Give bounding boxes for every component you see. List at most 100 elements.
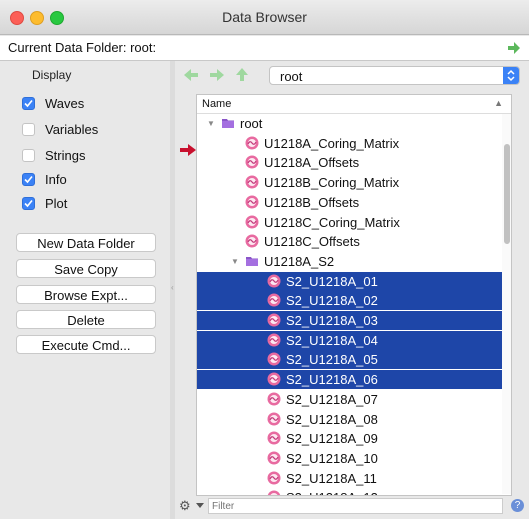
checkmark-icon[interactable] [22, 96, 35, 110]
tree-wave-row[interactable]: U1218C_Offsets [197, 232, 511, 251]
checkbox-plot[interactable]: Plot [22, 193, 67, 213]
tree-wave-row[interactable]: S2_U1218A_11 [197, 469, 511, 488]
tree-item-name: root [240, 116, 263, 131]
checkbox-label: Strings [45, 147, 86, 163]
go-arrow-icon[interactable] [507, 41, 521, 55]
disclosure-triangle-icon[interactable]: ▼ [207, 119, 215, 128]
checkbox-waves[interactable]: Waves [22, 93, 84, 113]
tree-item-name: U1218A_Offsets [264, 155, 360, 171]
tree-scrollbar[interactable] [502, 114, 511, 494]
tree-wave-row[interactable]: U1218A_Offsets [197, 153, 511, 172]
checkbox-label: Waves [45, 95, 85, 111]
panel-splitter[interactable]: ‹ [170, 61, 175, 519]
display-label: Display [32, 68, 72, 82]
checkbox-strings[interactable]: Strings [22, 145, 85, 165]
chevron-updown-icon[interactable] [503, 67, 519, 84]
tree-wave-row[interactable]: U1218A_Coring_Matrix [197, 134, 511, 153]
current-folder-marker-icon [180, 144, 196, 156]
checkbox-label: Info [45, 171, 67, 187]
tree-item-name: S2_U1218A_02 [286, 293, 378, 309]
tree-item-name: U1218A_Coring_Matrix [264, 135, 400, 151]
tree-wave-row[interactable]: S2_U1218A_05 [197, 350, 511, 370]
wave-icon [245, 136, 259, 150]
delete-button[interactable]: Delete [16, 310, 156, 329]
tree-wave-row[interactable]: S2_U1218A_01 [197, 271, 511, 291]
wave-icon [267, 392, 281, 406]
wave-icon [267, 372, 281, 386]
disclosure-triangle-icon[interactable]: ▼ [231, 257, 239, 266]
current-data-folder-bar: Current Data Folder: root: [0, 36, 529, 61]
wave-icon [267, 471, 281, 485]
wave-icon [267, 313, 281, 327]
up-arrow-icon[interactable] [236, 68, 248, 81]
tree-wave-row[interactable]: S2_U1218A_12 [197, 488, 511, 495]
save-copy-button[interactable]: Save Copy [16, 259, 156, 278]
folder-icon [222, 119, 234, 128]
tree-wave-row[interactable]: U1218B_Coring_Matrix [197, 173, 511, 192]
tree-wave-row[interactable]: S2_U1218A_03 [197, 311, 511, 330]
tree-wave-row[interactable]: S2_U1218A_08 [197, 410, 511, 429]
wave-icon [267, 451, 281, 465]
checkbox-box[interactable] [22, 122, 35, 136]
scrollbar-thumb[interactable] [504, 144, 510, 244]
checkbox-box[interactable] [22, 148, 35, 162]
tree-item-name: U1218B_Coring_Matrix [264, 175, 400, 191]
name-column-header[interactable]: Name [202, 98, 231, 110]
checkmark-icon[interactable] [22, 196, 35, 210]
tree-wave-row[interactable]: U1218B_Offsets [197, 193, 511, 212]
title-bar: Data Browser [0, 0, 529, 35]
tree-wave-row[interactable]: U1218C_Coring_Matrix [197, 213, 511, 232]
tree-item-name: U1218B_Offsets [264, 194, 360, 210]
tree-item-name: U1218C_Coring_Matrix [264, 214, 400, 230]
collapse-handle-icon[interactable]: ‹ [171, 283, 174, 292]
tree-folder-row[interactable]: ▼ root [197, 114, 511, 133]
window-title: Data Browser [222, 9, 307, 25]
tree-item-name: S2_U1218A_04 [286, 332, 378, 348]
path-selector[interactable]: root [269, 66, 520, 85]
data-tree[interactable]: Name ▲ ▼ root U1218A_Coring_Matrix U1218A_O… [196, 94, 512, 496]
wave-icon [267, 352, 281, 366]
tree-wave-row[interactable]: S2_U1218A_10 [197, 449, 511, 468]
path-selector-value: root [280, 69, 303, 84]
checkbox-info[interactable]: Info [22, 169, 67, 189]
wave-icon [245, 175, 259, 189]
checkbox-variables[interactable]: Variables [22, 119, 98, 139]
tree-wave-row[interactable]: S2_U1218A_02 [197, 291, 511, 311]
filter-input[interactable] [208, 498, 503, 514]
tree-item-name: U1218C_Offsets [264, 234, 360, 250]
folder-icon [246, 256, 258, 266]
tree-header[interactable]: Name ▲ [197, 95, 511, 114]
tree-item-name: S2_U1218A_08 [286, 411, 378, 427]
browse-expt-button[interactable]: Browse Expt... [16, 285, 156, 304]
wave-icon [267, 333, 281, 347]
checkmark-icon[interactable] [22, 172, 35, 186]
tree-item-name: S2_U1218A_05 [286, 352, 378, 368]
execute-cmd-button[interactable]: Execute Cmd... [16, 335, 156, 354]
bottom-bar: ⚙ ? [176, 496, 529, 517]
tree-wave-row[interactable]: S2_U1218A_07 [197, 390, 511, 409]
wave-icon [245, 155, 259, 169]
current-data-folder-label: Current Data Folder: root: [8, 40, 157, 55]
forward-arrow-icon[interactable] [210, 69, 224, 81]
tree-item-name: S2_U1218A_11 [286, 470, 377, 486]
tree-item-name: S2_U1218A_07 [286, 391, 378, 407]
gear-icon[interactable]: ⚙ [179, 498, 191, 514]
tree-item-name: U1218A_S2 [264, 253, 335, 269]
back-arrow-icon[interactable] [184, 69, 198, 81]
chevron-down-icon[interactable] [196, 503, 204, 508]
tree-wave-row[interactable]: S2_U1218A_06 [197, 370, 511, 390]
help-icon[interactable]: ? [511, 499, 524, 512]
tree-item-name: S2_U1218A_03 [286, 313, 378, 328]
tree-item-name: S2_U1218A_10 [286, 450, 378, 466]
left-panel: Display Waves Variables Strings Info Plo… [0, 61, 170, 519]
tree-item-name: S2_U1218A_01 [286, 273, 378, 289]
tree-item-name: S2_U1218A_09 [286, 431, 378, 447]
new-data-folder-button[interactable]: New Data Folder [16, 233, 156, 252]
wave-icon [267, 274, 281, 288]
wave-icon [267, 431, 281, 445]
tree-folder-row[interactable]: ▼ U1218A_S2 [197, 252, 511, 271]
wave-icon [267, 412, 281, 425]
tree-wave-row[interactable]: S2_U1218A_09 [197, 429, 511, 448]
tree-wave-row[interactable]: S2_U1218A_04 [197, 330, 511, 350]
wave-icon [267, 293, 281, 307]
